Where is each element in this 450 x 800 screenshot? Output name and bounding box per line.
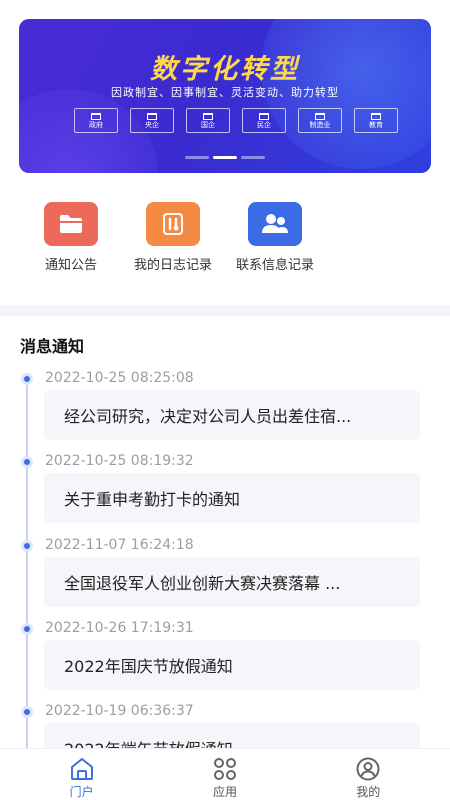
message-text: 关于重申考勤打卡的通知 (64, 490, 241, 509)
messages-title: 消息通知 (20, 337, 85, 356)
message-card[interactable]: 2022年国庆节放假通知 (44, 640, 420, 690)
log-icon (146, 202, 200, 246)
building-icon (203, 112, 213, 120)
message-time: 2022-10-25 08:25:08 (45, 370, 194, 386)
carousel-indicator (19, 156, 431, 159)
timeline-dot (21, 623, 33, 635)
quick-entry-my-logs[interactable]: 我的日志记录 (122, 202, 224, 275)
building-icon (91, 112, 101, 120)
nav-tab-apps[interactable]: 应用 (185, 749, 265, 800)
nav-tab-portal[interactable]: 门户 (42, 749, 122, 800)
message-text: 2022年国庆节放假通知 (64, 657, 233, 676)
message-time: 2022-11-07 16:24:18 (45, 537, 194, 553)
banner-title: 数字化转型 (150, 54, 300, 85)
timeline-dot (21, 373, 33, 385)
message-time: 2022-10-26 17:19:31 (45, 620, 194, 636)
message-time: 2022-10-19 06:36:37 (45, 703, 194, 719)
nav-label: 应用 (212, 785, 237, 799)
banner-tag: 民企 (242, 108, 286, 133)
quick-entries: 通知公告 我的日志记录 联系信息记录 (20, 202, 326, 275)
banner-tag: 国企 (186, 108, 230, 133)
profile-icon (356, 757, 380, 781)
building-icon (315, 112, 325, 120)
message-text: 经公司研究，决定对公司人员出差住宿... (64, 407, 352, 426)
nav-label: 门户 (69, 785, 94, 799)
bottom-nav: 门户 应用 我的 (0, 748, 450, 800)
timeline-line (26, 378, 28, 758)
quick-entry-label: 我的日志记录 (133, 258, 212, 273)
home-icon (70, 758, 93, 780)
banner-tags: 政府 央企 国企 民企 制造业 教育 (74, 108, 398, 133)
nav-label: 我的 (356, 785, 381, 799)
contacts-icon (248, 202, 302, 246)
building-icon (147, 112, 157, 120)
banner-tag: 央企 (130, 108, 174, 133)
message-card[interactable]: 关于重申考勤打卡的通知 (44, 473, 420, 523)
quick-entry-label: 联系信息记录 (235, 258, 314, 273)
timeline-dot (21, 706, 33, 718)
message-card[interactable]: 经公司研究，决定对公司人员出差住宿... (44, 390, 420, 440)
message-card[interactable]: 全国退役军人创业创新大赛决赛落幕 ... (44, 557, 420, 607)
banner-subtitle: 因政制宜、因事制宜、灵活变动、助力转型 (111, 86, 339, 99)
building-icon (371, 112, 381, 120)
quick-entry-contacts[interactable]: 联系信息记录 (224, 202, 326, 275)
quick-entry-notices[interactable]: 通知公告 (20, 202, 122, 275)
building-icon (259, 112, 269, 120)
banner-tag: 制造业 (298, 108, 342, 133)
nav-tab-mine[interactable]: 我的 (328, 749, 408, 800)
carousel-dot[interactable] (185, 156, 209, 159)
section-divider (0, 305, 450, 316)
message-time: 2022-10-25 08:19:32 (45, 453, 194, 469)
banner-tag: 政府 (74, 108, 118, 133)
carousel-dot[interactable] (241, 156, 265, 159)
apps-icon (213, 758, 236, 780)
banner-carousel[interactable]: 数字化转型 因政制宜、因事制宜、灵活变动、助力转型 政府 央企 国企 民企 制造… (19, 19, 431, 173)
timeline-dot (21, 540, 33, 552)
carousel-dot-active[interactable] (213, 156, 237, 159)
timeline-dot (21, 456, 33, 468)
message-text: 全国退役军人创业创新大赛决赛落幕 ... (64, 574, 341, 593)
folder-icon (44, 202, 98, 246)
quick-entry-label: 通知公告 (44, 258, 97, 273)
banner-tag: 教育 (354, 108, 398, 133)
